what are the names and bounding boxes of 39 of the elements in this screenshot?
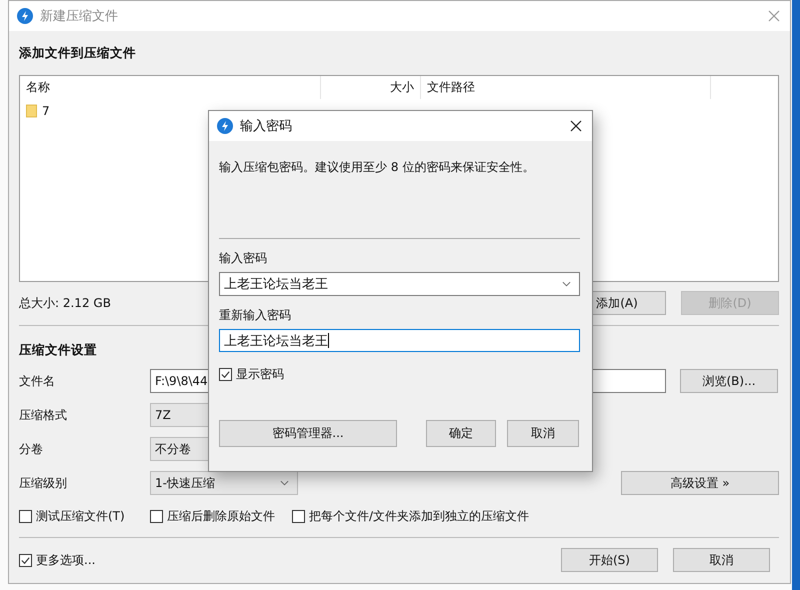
setting-label: 文件名 [19,372,56,390]
more-options-checkbox[interactable]: 更多选项... [19,552,96,568]
checkmark-icon [220,369,231,380]
chevron-down-icon [280,480,289,486]
dialog-description: 输入压缩包密码。建议使用至少 8 位的密码来保证安全性。 [219,159,536,176]
password-combobox[interactable]: 上老王论坛当老王 [219,272,580,296]
app-logo-icon [17,8,33,24]
section-title: 压缩文件设置 [19,342,98,359]
password-manager-button[interactable]: 密码管理器... [219,420,397,447]
field-label: 重新输入密码 [219,307,292,323]
setting-label: 分卷 [19,440,44,458]
option-checkbox[interactable]: 把每个文件/文件夹添加到独立的压缩文件 [292,508,530,525]
folder-icon [26,104,37,118]
file-name: 7 [42,104,50,118]
column-header[interactable]: 文件路径 [421,76,711,99]
total-size: 总大小: 2.12 GB [19,294,111,312]
dialog-title: 输入密码 [240,118,293,135]
cancel-button[interactable]: 取消 [673,548,770,572]
column-header[interactable]: 大小 [321,76,421,99]
option-checkbox[interactable]: 测试压缩文件(T) [19,508,125,525]
cancel-button[interactable]: 取消 [507,420,579,447]
close-icon[interactable] [570,120,582,132]
chevron-down-icon [562,281,571,287]
dropdown[interactable]: 1-快速压缩 [150,471,298,495]
setting-label: 压缩级别 [19,474,68,492]
browse-button[interactable]: 浏览(B)... [680,369,778,393]
password-input[interactable]: 上老王论坛当老王 [219,329,580,352]
setting-label: 压缩格式 [19,406,68,424]
option-checkbox[interactable]: 压缩后删除原始文件 [150,508,275,525]
ok-button[interactable]: 确定 [426,420,496,447]
section-title: 添加文件到压缩文件 [19,45,137,62]
column-header[interactable]: 名称 [20,76,321,99]
window-title: 新建压缩文件 [40,8,119,25]
start-button[interactable]: 开始(S) [561,548,658,572]
show-password-checkbox[interactable]: 显示密码 [219,366,284,383]
app-logo-icon [217,118,233,134]
field-label: 输入密码 [219,250,268,266]
advanced-settings-button[interactable]: 高级设置 » [621,471,779,495]
checkmark-icon [20,554,31,566]
